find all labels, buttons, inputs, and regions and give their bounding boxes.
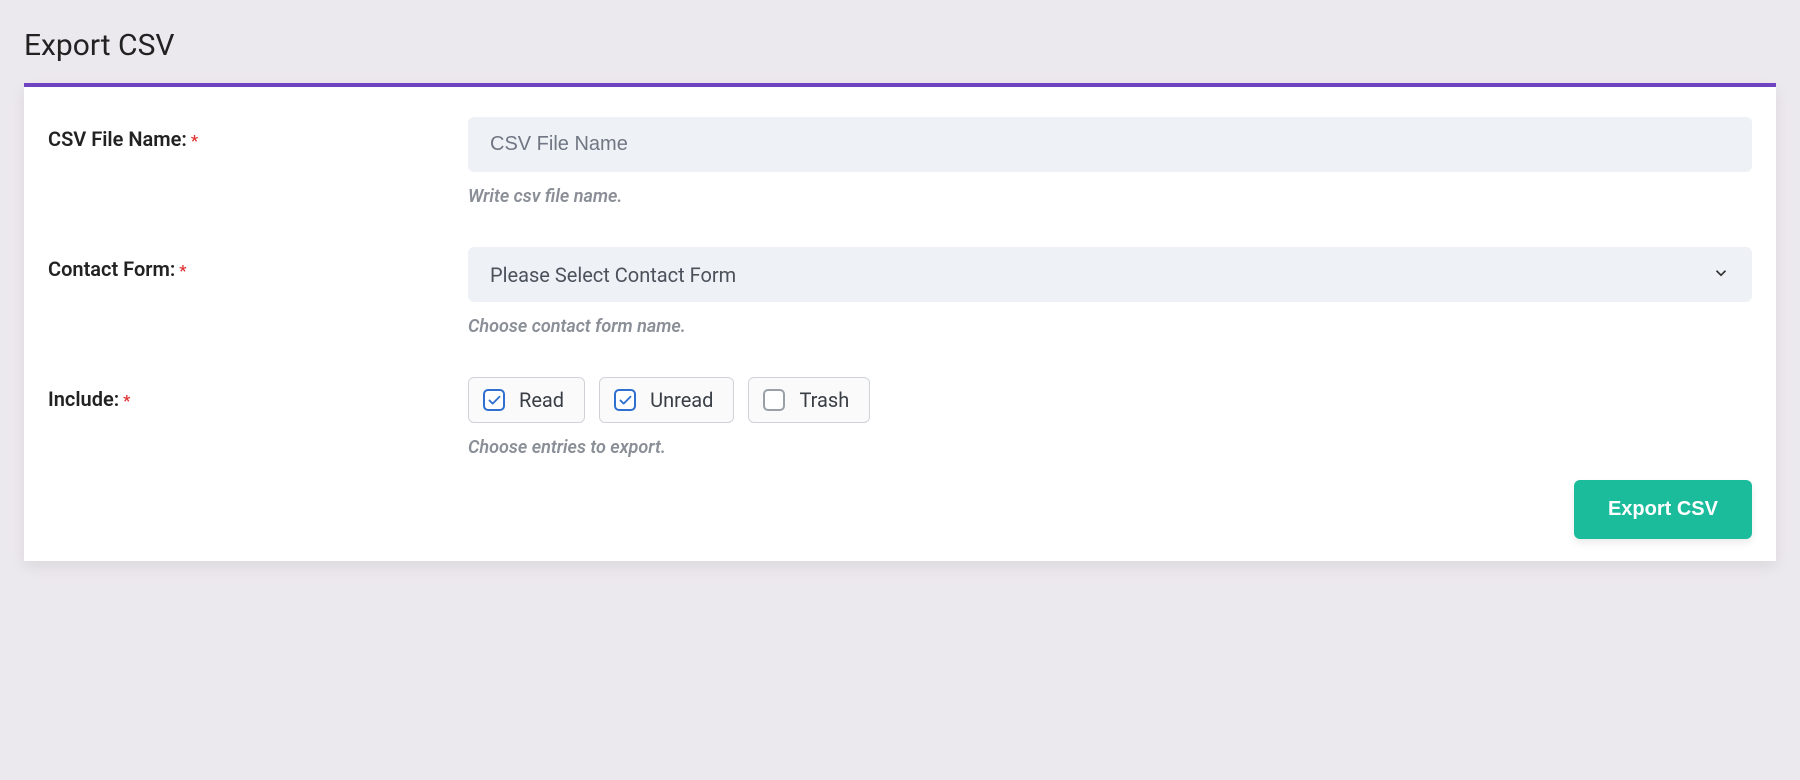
checkbox-unread-icon xyxy=(614,389,636,411)
row-csv-file-name: CSV File Name: * Write csv file name. xyxy=(48,117,1752,207)
export-csv-card: CSV File Name: * Write csv file name. Co… xyxy=(24,83,1776,561)
checkbox-read-icon xyxy=(483,389,505,411)
contact-form-label: Contact Form: xyxy=(48,257,175,281)
include-label-col: Include: * xyxy=(48,377,468,411)
include-option-unread[interactable]: Unread xyxy=(599,377,734,423)
button-row: Export CSV xyxy=(48,480,1752,539)
required-mark: * xyxy=(191,131,198,150)
include-option-trash[interactable]: Trash xyxy=(748,377,870,423)
required-mark: * xyxy=(123,391,130,410)
csv-file-name-help: Write csv file name. xyxy=(468,186,1752,207)
include-checkbox-group: Read Unread Trash xyxy=(468,377,1752,423)
csv-file-name-label-col: CSV File Name: * xyxy=(48,117,468,151)
csv-file-name-field-col: Write csv file name. xyxy=(468,117,1752,207)
csv-file-name-label: CSV File Name: xyxy=(48,127,187,151)
include-help: Choose entries to export. xyxy=(468,437,1752,458)
csv-file-name-input[interactable] xyxy=(468,117,1752,172)
include-field-col: Read Unread Trash Choose entries to expo… xyxy=(468,377,1752,458)
contact-form-selected-text: Please Select Contact Form xyxy=(490,263,736,287)
page-title: Export CSV xyxy=(0,0,1800,83)
contact-form-select[interactable]: Please Select Contact Form xyxy=(468,247,1752,302)
contact-form-field-col: Please Select Contact Form Choose contac… xyxy=(468,247,1752,337)
export-csv-button[interactable]: Export CSV xyxy=(1574,480,1752,539)
row-include: Include: * Read Unread xyxy=(48,377,1752,458)
include-label: Include: xyxy=(48,387,119,411)
checkbox-trash-icon xyxy=(763,389,785,411)
include-option-trash-label: Trash xyxy=(799,388,849,412)
contact-form-help: Choose contact form name. xyxy=(468,316,1752,337)
include-option-read-label: Read xyxy=(519,388,564,412)
include-option-unread-label: Unread xyxy=(650,388,713,412)
required-mark: * xyxy=(179,261,186,280)
contact-form-select-wrap: Please Select Contact Form xyxy=(468,247,1752,302)
contact-form-label-col: Contact Form: * xyxy=(48,247,468,281)
row-contact-form: Contact Form: * Please Select Contact Fo… xyxy=(48,247,1752,337)
include-option-read[interactable]: Read xyxy=(468,377,585,423)
